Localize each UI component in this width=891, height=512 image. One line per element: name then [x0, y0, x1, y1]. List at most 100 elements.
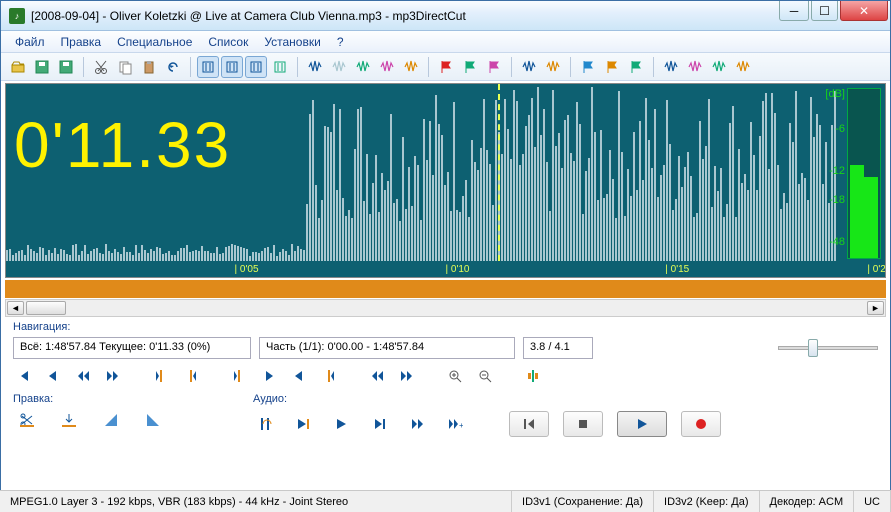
i4-icon[interactable]	[732, 56, 754, 78]
nav-prev2-button[interactable]	[73, 367, 93, 385]
db-label: -48	[829, 236, 845, 248]
playhead	[498, 84, 500, 261]
play-selection-button[interactable]	[291, 415, 315, 433]
menu-help[interactable]: ?	[329, 33, 352, 51]
nav-prev-button[interactable]	[43, 367, 63, 385]
nav-ratio-field[interactable]: 3.8 / 4.1	[523, 337, 593, 359]
nav-markbar-button[interactable]	[229, 367, 249, 385]
nav-next-button[interactable]	[259, 367, 279, 385]
svg-text:+: +	[459, 421, 463, 430]
scroll-right-icon[interactable]: ►	[867, 301, 884, 315]
nav-markbar2-button[interactable]	[319, 367, 339, 385]
nav-next2-button[interactable]	[397, 367, 417, 385]
menu-file[interactable]: Файл	[7, 33, 53, 51]
nav-zoomin-button[interactable]	[445, 367, 465, 385]
time-ruler: | 0'05| 0'10| 0'15| 0'20	[6, 261, 885, 277]
f1-icon[interactable]	[435, 56, 457, 78]
h3-icon[interactable]	[625, 56, 647, 78]
waveform-display[interactable]: 0'11.33 | 0'05| 0'10| 0'15| 0'20 [dB]-6-…	[5, 83, 886, 278]
statusbar: MPEG1.0 Layer 3 - 192 kbps, VBR (183 kbp…	[0, 490, 891, 512]
wav3-icon[interactable]	[352, 56, 374, 78]
nav-prev-button[interactable]	[289, 367, 309, 385]
loop-button[interactable]	[253, 415, 277, 433]
menu-list[interactable]: Список	[200, 33, 256, 51]
i1-icon[interactable]	[660, 56, 682, 78]
audio-panel: Аудио: +	[253, 393, 878, 437]
paste-icon[interactable]	[138, 56, 160, 78]
h2-icon[interactable]	[601, 56, 623, 78]
play-button[interactable]	[617, 411, 667, 437]
status-decoder: Декодер: ACM	[760, 491, 855, 512]
wav4-icon[interactable]	[376, 56, 398, 78]
db-scale: [dB]-6-12-18-48	[821, 84, 845, 261]
nav-zoomout-button[interactable]	[475, 367, 495, 385]
slider-knob[interactable]	[808, 339, 818, 357]
nav-split-button[interactable]	[523, 367, 543, 385]
mark-a-icon[interactable]	[197, 56, 219, 78]
nav-markbar2-button[interactable]	[181, 367, 201, 385]
time-tick: | 0'20	[867, 264, 886, 275]
close-button[interactable]: ✕	[840, 1, 888, 21]
stop-button[interactable]	[563, 411, 603, 437]
mark-b-icon[interactable]	[221, 56, 243, 78]
window-title: [2008-09-04] - Oliver Koletzki @ Live at…	[31, 9, 777, 23]
record-button[interactable]	[681, 411, 721, 437]
cue-icon[interactable]	[269, 56, 291, 78]
wav2-icon[interactable]	[328, 56, 350, 78]
ffplus-button[interactable]: +	[443, 415, 467, 433]
level-meter	[847, 88, 881, 259]
play-from-button[interactable]	[329, 415, 353, 433]
edit-inser-button[interactable]	[55, 411, 83, 429]
f2-icon[interactable]	[459, 56, 481, 78]
save-icon[interactable]	[31, 56, 53, 78]
minimize-button[interactable]: ─	[779, 1, 809, 21]
zoom-slider[interactable]	[778, 346, 878, 350]
wav5-icon[interactable]	[400, 56, 422, 78]
horizontal-scrollbar[interactable]: ◄ ►	[5, 299, 886, 317]
h1-icon[interactable]	[577, 56, 599, 78]
wav1-icon[interactable]	[304, 56, 326, 78]
rewind-button[interactable]	[509, 411, 549, 437]
ff-button[interactable]	[405, 415, 429, 433]
current-time-display: 0'11.33	[14, 108, 231, 182]
scroll-left-icon[interactable]: ◄	[7, 301, 24, 315]
nav-prev2-button[interactable]	[367, 367, 387, 385]
db-label: -12	[829, 165, 845, 177]
db-label: -18	[829, 194, 845, 206]
selection-strip[interactable]	[5, 280, 886, 298]
navigation-label: Навигация:	[13, 321, 878, 333]
g2-icon[interactable]	[542, 56, 564, 78]
time-tick: | 0'15	[665, 264, 689, 275]
cut-icon[interactable]	[90, 56, 112, 78]
i3-icon[interactable]	[708, 56, 730, 78]
nav-part-field[interactable]: Часть (1/1): 0'00.00 - 1:48'57.84	[259, 337, 515, 359]
play-to-button[interactable]	[367, 415, 391, 433]
f3-icon[interactable]	[483, 56, 505, 78]
undo-icon[interactable]	[162, 56, 184, 78]
copy-icon[interactable]	[114, 56, 136, 78]
edit-panel: Правка:	[13, 393, 223, 437]
edit-label: Правка:	[13, 393, 223, 405]
edit-fadein-button[interactable]	[97, 411, 125, 429]
menu-settings[interactable]: Установки	[256, 33, 328, 51]
audio-label: Аудио:	[253, 393, 878, 405]
mark-ab-icon[interactable]	[245, 56, 267, 78]
open-icon[interactable]	[7, 56, 29, 78]
scroll-thumb[interactable]	[26, 301, 66, 315]
status-codec: MPEG1.0 Layer 3 - 192 kbps, VBR (183 kbp…	[0, 491, 512, 512]
edit-fadeout-button[interactable]	[139, 411, 167, 429]
db-label: [dB]	[825, 88, 845, 100]
nav-all-field[interactable]: Всё: 1:48'57.84 Текущее: 0'11.33 (0%)	[13, 337, 251, 359]
edit-sciss-button[interactable]	[13, 411, 41, 429]
g1-icon[interactable]	[518, 56, 540, 78]
i2-icon[interactable]	[684, 56, 706, 78]
nav-markbar-button[interactable]	[151, 367, 171, 385]
save-sel-icon[interactable]	[55, 56, 77, 78]
nav-first-button[interactable]	[13, 367, 33, 385]
nav-next2-button[interactable]	[103, 367, 123, 385]
menu-edit[interactable]: Правка	[53, 33, 110, 51]
navigation-panel: Навигация: Всё: 1:48'57.84 Текущее: 0'11…	[13, 321, 878, 385]
toolbar	[1, 53, 890, 81]
maximize-button[interactable]: ☐	[811, 1, 838, 21]
menu-special[interactable]: Специальное	[109, 33, 200, 51]
